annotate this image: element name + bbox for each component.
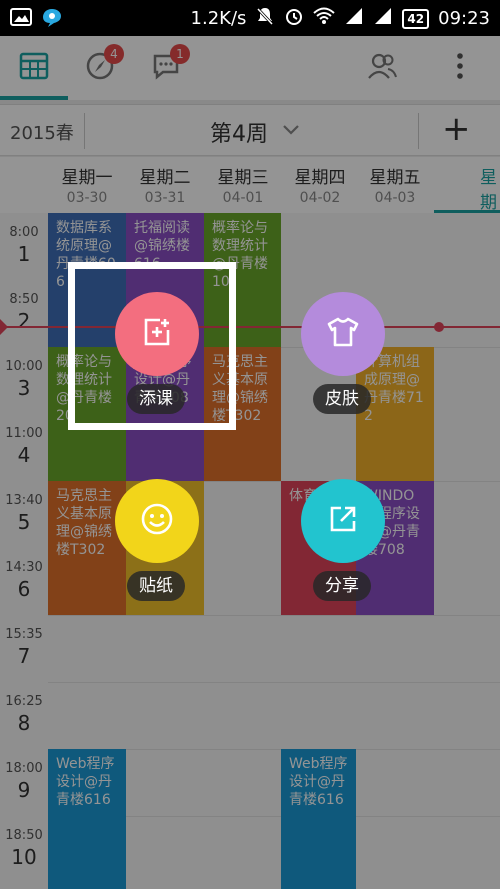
status-bar: 1.2K/s 42 09:23 <box>0 0 500 36</box>
skin-label[interactable]: 皮肤 <box>313 384 371 414</box>
skin-fab[interactable] <box>301 292 385 376</box>
action-menu-overlay[interactable] <box>0 36 500 889</box>
tshirt-icon <box>326 316 360 352</box>
share-label[interactable]: 分享 <box>313 571 371 601</box>
add-course-label[interactable]: 添课 <box>127 384 185 414</box>
status-left <box>10 7 64 33</box>
smiley-icon <box>140 502 174 540</box>
image-icon <box>10 7 32 33</box>
mute-icon <box>255 6 275 31</box>
wifi-icon <box>313 7 336 30</box>
add-note-icon <box>141 316 173 352</box>
share-arrow-icon <box>327 503 359 539</box>
signal-icon <box>344 7 364 30</box>
chat-app-icon <box>40 7 64 33</box>
battery-level: 42 <box>402 8 430 29</box>
share-fab[interactable] <box>301 479 385 563</box>
status-right: 1.2K/s 42 09:23 <box>191 6 490 31</box>
clock: 09:23 <box>438 8 490 29</box>
sticker-label[interactable]: 贴纸 <box>127 571 185 601</box>
add-course-fab[interactable] <box>115 292 199 376</box>
network-speed: 1.2K/s <box>190 8 247 29</box>
sticker-fab[interactable] <box>115 479 199 563</box>
alarm-icon <box>284 6 304 31</box>
signal-icon-2 <box>373 7 393 30</box>
